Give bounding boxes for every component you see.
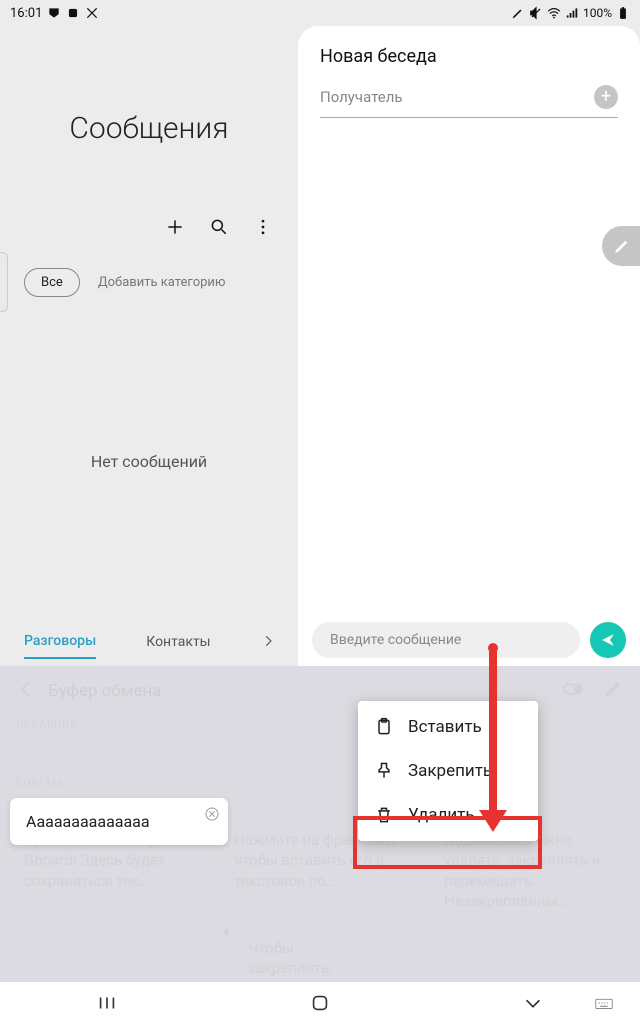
status-icon-3 bbox=[85, 6, 99, 20]
new-conversation-title: Новая беседа bbox=[320, 46, 618, 67]
nav-home[interactable] bbox=[306, 989, 334, 1017]
chip-add-category[interactable]: Добавить категорию bbox=[98, 275, 226, 290]
nav-back[interactable] bbox=[519, 989, 547, 1017]
side-notch[interactable] bbox=[0, 252, 8, 312]
tab-contacts[interactable]: Контакты bbox=[146, 626, 210, 658]
tab-conversations[interactable]: Разговоры bbox=[24, 625, 96, 659]
more-icon[interactable] bbox=[252, 216, 274, 238]
highlight-delete-box bbox=[353, 816, 542, 869]
search-icon[interactable] bbox=[208, 216, 230, 238]
menu-pin-label: Закрепить bbox=[408, 761, 492, 781]
nav-recents[interactable] bbox=[93, 989, 121, 1017]
recipient-field[interactable]: Получатель bbox=[320, 88, 594, 106]
arrow-origin-dot bbox=[488, 643, 498, 653]
app-title: Сообщения bbox=[0, 111, 298, 146]
status-icon-2 bbox=[66, 6, 80, 20]
clipboard-card-text: Аааааааааааааа bbox=[26, 812, 150, 831]
battery-icon bbox=[616, 6, 630, 20]
send-button[interactable] bbox=[590, 622, 626, 658]
compose-icon[interactable] bbox=[164, 216, 186, 238]
chip-all[interactable]: Все bbox=[24, 268, 80, 297]
status-icon-1 bbox=[47, 6, 61, 20]
messages-pane: Сообщения Все Добавить категорию Нет соо… bbox=[0, 26, 298, 666]
pen-icon bbox=[511, 6, 525, 20]
card-close-icon[interactable] bbox=[204, 806, 220, 826]
mute-icon bbox=[529, 6, 543, 20]
conversation-pane: Новая беседа Получатель + Введите сообще… bbox=[298, 26, 640, 666]
no-messages-label: Нет сообщений bbox=[0, 452, 298, 471]
menu-paste-label: Вставить bbox=[408, 717, 482, 737]
nav-keyboard-icon[interactable] bbox=[590, 989, 618, 1017]
menu-pin[interactable]: Закрепить bbox=[358, 749, 538, 793]
status-time: 16:01 bbox=[10, 6, 42, 21]
signal-icon bbox=[565, 6, 579, 20]
battery-text: 100% bbox=[583, 6, 612, 20]
status-bar: 16:01 100% bbox=[0, 0, 640, 26]
clipboard-card-active-front[interactable]: Аааааааааааааа bbox=[10, 798, 228, 845]
navigation-bar bbox=[0, 982, 640, 1024]
clipboard-panel: Буфер обмена НЕДАВНИЕ Привет с клавиатур… bbox=[0, 666, 640, 982]
edit-fab[interactable] bbox=[602, 226, 640, 266]
chevron-right-icon[interactable] bbox=[261, 633, 275, 652]
menu-paste[interactable]: Вставить bbox=[358, 705, 538, 749]
add-recipient-button[interactable]: + bbox=[594, 85, 618, 109]
wifi-icon bbox=[547, 6, 561, 20]
message-input[interactable]: Введите сообщение bbox=[312, 622, 580, 658]
